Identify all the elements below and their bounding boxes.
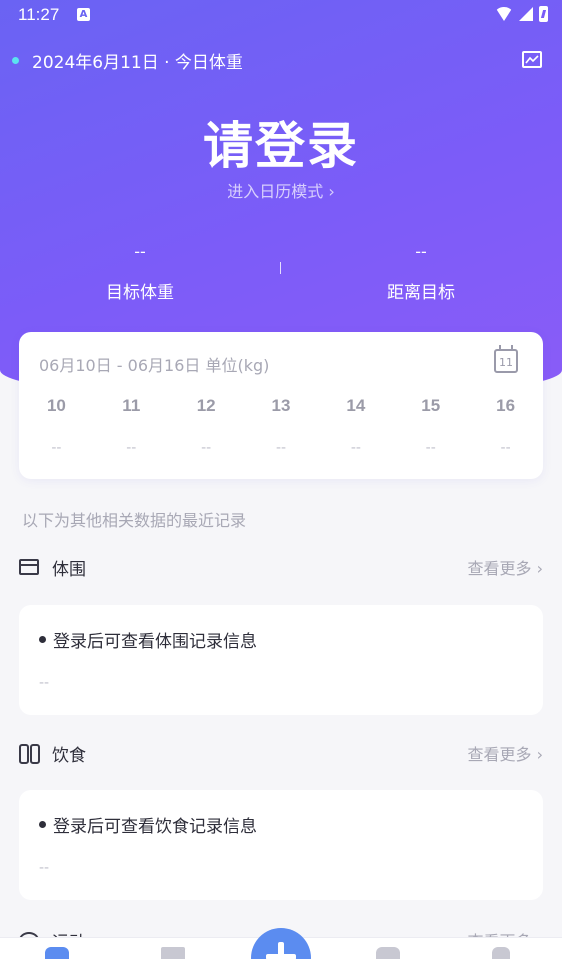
target-weight[interactable]: -- 目标体重 <box>40 242 240 303</box>
bullet <box>39 636 46 643</box>
day-number: 14 <box>346 396 366 415</box>
battery-icon <box>539 6 548 22</box>
section-title: 饮食 <box>52 745 86 766</box>
section-girth-header: 体围 查看更多 › <box>19 555 544 580</box>
day-weight: -- <box>51 440 62 456</box>
status-time: 11:27 <box>18 5 60 24</box>
status-bar: 11:27 A <box>0 0 562 32</box>
week-days: 10 -- 11 -- 12 -- 13 -- 14 -- 15 -- 16 -… <box>19 396 543 456</box>
login-button[interactable]: 请登录 <box>0 106 562 178</box>
day-number: 16 <box>496 396 516 415</box>
day-column[interactable]: 14 -- <box>318 396 393 456</box>
stats-tab-icon[interactable] <box>161 947 185 959</box>
signal-icon <box>519 7 533 21</box>
girth-login-message: 登录后可查看体围记录信息 <box>39 627 257 652</box>
day-weight: -- <box>350 440 361 456</box>
day-weight: -- <box>275 440 287 456</box>
day-number: 11 <box>122 396 141 415</box>
section-diet-header: 饮食 查看更多 › <box>19 741 544 766</box>
day-number: 13 <box>271 396 291 415</box>
profile-tab-icon[interactable] <box>492 947 510 959</box>
week-range: 06月10日 - 06月16日 单位(kg) <box>39 356 270 375</box>
diet-more-link[interactable]: 查看更多 › <box>468 741 544 765</box>
chart-button[interactable] <box>522 51 542 68</box>
section-title: 体围 <box>52 559 86 580</box>
trend-chart-icon <box>525 55 539 64</box>
diet-value: -- <box>39 860 50 876</box>
day-weight: -- <box>425 440 436 456</box>
today-weight-label: 2024年6月11日 · 今日体重 <box>12 48 243 73</box>
related-data-note: 以下为其他相关数据的最近记录 <box>22 511 247 530</box>
girth-more-link[interactable]: 查看更多 › <box>468 555 544 579</box>
calendar-icon[interactable]: 11 <box>494 345 518 373</box>
day-column[interactable]: 10 -- <box>19 396 94 456</box>
diet-record-card[interactable]: 登录后可查看饮食记录信息 -- <box>19 790 543 900</box>
target-weight-label: 目标体重 <box>106 283 174 303</box>
day-column[interactable]: 11 -- <box>94 396 169 456</box>
day-weight: -- <box>500 440 511 456</box>
bullet <box>39 821 46 828</box>
day-column[interactable]: 16 -- <box>468 396 543 456</box>
day-column[interactable]: 13 -- <box>244 396 319 456</box>
diet-icon <box>19 744 40 764</box>
day-number: 12 <box>196 396 216 415</box>
tape-measure-icon <box>19 559 39 575</box>
discover-tab-icon[interactable] <box>376 947 400 959</box>
calendar-mode-link[interactable]: 进入日历模式 › <box>0 178 562 202</box>
wifi-icon <box>495 7 513 21</box>
diet-login-message: 登录后可查看饮食记录信息 <box>39 812 257 837</box>
day-weight: -- <box>201 440 212 456</box>
home-tab-icon[interactable] <box>45 947 69 959</box>
goal-divider <box>280 262 281 274</box>
week-weight-card: 06月10日 - 06月16日 单位(kg) 11 10 -- 11 -- 12… <box>19 332 543 479</box>
day-weight: -- <box>126 440 137 456</box>
girth-record-card[interactable]: 登录后可查看体围记录信息 -- <box>19 605 543 715</box>
status-icons <box>495 6 548 22</box>
day-column[interactable]: 15 -- <box>393 396 468 456</box>
day-number: 15 <box>421 396 441 415</box>
day-column[interactable]: 12 -- <box>169 396 244 456</box>
distance-label: 距离目标 <box>387 283 455 303</box>
indicator-dot <box>12 57 19 64</box>
day-number: 10 <box>46 396 66 415</box>
date-text: 2024年6月11日 · 今日体重 <box>32 53 243 73</box>
distance-to-goal[interactable]: -- 距离目标 <box>321 242 521 303</box>
distance-value: -- <box>415 242 427 261</box>
girth-value: -- <box>39 675 50 691</box>
target-weight-value: -- <box>134 242 146 261</box>
app-notification-icon: A <box>77 8 90 21</box>
